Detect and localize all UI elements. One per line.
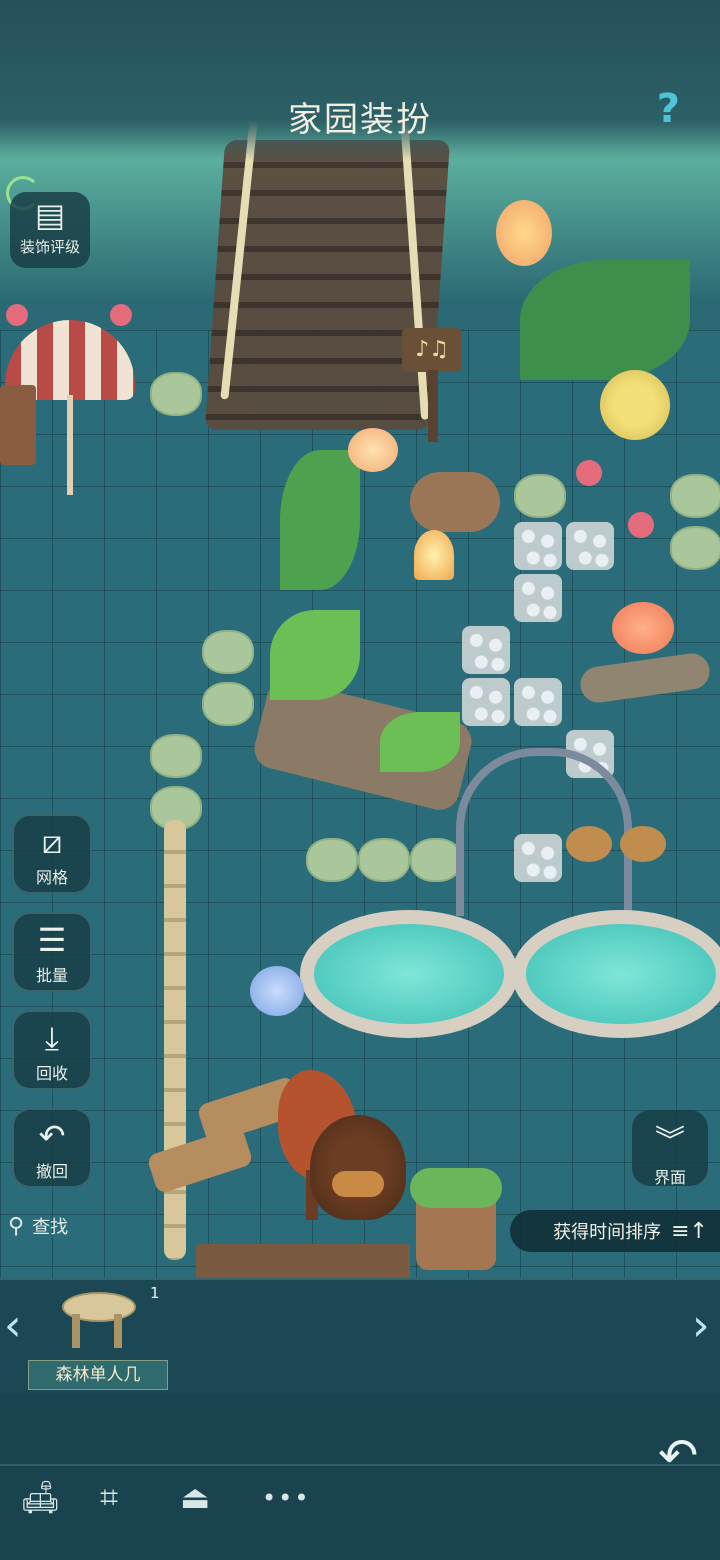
moss-stone[interactable] xyxy=(150,372,202,416)
pebble-tile[interactable] xyxy=(514,678,562,726)
grid-off-icon: ⧄ xyxy=(41,823,63,861)
moss-stone[interactable] xyxy=(514,474,566,518)
pebble-tile[interactable] xyxy=(462,678,510,726)
pink-flower[interactable] xyxy=(576,460,602,486)
recycle-button[interactable]: ⤓ 回收 xyxy=(12,1010,92,1090)
orange-flower[interactable] xyxy=(612,602,674,654)
home-scene[interactable]: ♪♫ xyxy=(0,0,720,1280)
rug-icon[interactable]: ⏏ xyxy=(180,1478,210,1516)
undo-button[interactable]: ↶ 撤回 xyxy=(12,1108,92,1188)
chevron-left-icon[interactable]: ‹ xyxy=(4,1300,22,1351)
wicker-swing-chair[interactable] xyxy=(310,1115,406,1220)
pink-flower[interactable] xyxy=(110,304,132,326)
tea-stool[interactable] xyxy=(620,826,666,862)
recycle-tray-icon: ⤓ xyxy=(44,1019,60,1057)
pebble-tile[interactable] xyxy=(566,522,614,570)
moss-stone[interactable] xyxy=(410,838,462,882)
peach-bell-flower[interactable] xyxy=(348,428,398,472)
fern-plant[interactable] xyxy=(380,712,460,772)
double-chevron-down-icon: ︾ xyxy=(655,1124,685,1159)
checklist-icon: ☰ xyxy=(37,921,67,959)
pebble-tile[interactable] xyxy=(462,626,510,674)
decoration-rating-button[interactable]: ▤ 装饰评级 xyxy=(10,192,90,268)
return-arrow-icon[interactable]: ↶ xyxy=(658,1428,698,1484)
moss-stone[interactable] xyxy=(358,838,410,882)
undo-label: 撤回 xyxy=(35,1162,68,1181)
recycle-label: 回收 xyxy=(35,1064,68,1083)
crescent-moon-decor[interactable] xyxy=(600,370,670,440)
signpost-pole xyxy=(428,370,438,442)
music-signpost[interactable]: ♪♫ xyxy=(402,328,462,372)
moss-stone[interactable] xyxy=(202,630,254,674)
rating-label: 装饰评级 xyxy=(19,238,80,256)
grid-label: 网格 xyxy=(35,868,68,887)
page-title: 家园装扮 xyxy=(288,100,432,140)
more-icon[interactable]: ••• xyxy=(262,1484,310,1512)
mushroom-lamp[interactable] xyxy=(414,530,454,580)
undo-arrow-icon: ↶ xyxy=(38,1117,66,1155)
large-leaf-plant[interactable] xyxy=(520,260,690,380)
wooden-chair[interactable] xyxy=(0,385,36,465)
moss-stone[interactable] xyxy=(150,734,202,778)
fern-plant[interactable] xyxy=(270,610,360,700)
batch-label: 批量 xyxy=(35,966,68,985)
sort-button[interactable]: 获得时间排序 ≡↑ xyxy=(510,1210,720,1252)
orange-bell-flower[interactable] xyxy=(496,200,552,266)
interface-label: 界面 xyxy=(653,1168,686,1187)
grid-tool-icon[interactable]: ⌗ xyxy=(100,1478,118,1517)
search-label: 查找 xyxy=(32,1217,69,1238)
flower-pot[interactable] xyxy=(410,1168,502,1270)
chevron-right-icon[interactable]: › xyxy=(692,1300,710,1351)
bottom-panel xyxy=(0,1394,720,1560)
hot-spring-pool[interactable] xyxy=(512,910,720,1038)
question-icon[interactable]: ? xyxy=(657,86,680,132)
sort-label: 获得时间排序 xyxy=(553,1222,662,1243)
umbrella-pole xyxy=(67,395,73,495)
forest-stool-icon xyxy=(62,1292,136,1352)
grid-toggle-button[interactable]: ⧄ 网格 xyxy=(12,814,92,894)
pink-flower[interactable] xyxy=(628,512,654,538)
moss-stone[interactable] xyxy=(670,474,720,518)
sort-order-icon: ≡↑ xyxy=(671,1218,708,1244)
hot-spring-pool[interactable] xyxy=(300,910,518,1038)
tea-stool[interactable] xyxy=(566,826,612,862)
planter-box[interactable] xyxy=(196,1244,410,1280)
moss-stone[interactable] xyxy=(202,682,254,726)
pebble-tile[interactable] xyxy=(514,522,562,570)
inventory-item-name: 森林单人几 xyxy=(28,1360,168,1390)
rating-book-icon: ▤ xyxy=(34,196,66,234)
inventory-item[interactable]: 森林单人几 xyxy=(28,1286,168,1390)
tall-grass-plant[interactable] xyxy=(280,450,360,590)
pink-flower[interactable] xyxy=(6,304,28,326)
batch-button[interactable]: ☰ 批量 xyxy=(12,912,92,992)
sofa-icon[interactable]: 🛋 xyxy=(20,1478,61,1516)
search-icon: ⚲ xyxy=(8,1213,25,1239)
stump-seat[interactable] xyxy=(410,472,500,532)
wooden-fence[interactable] xyxy=(164,820,186,1260)
search-button[interactable]: ⚲ 查找 xyxy=(8,1206,138,1246)
interface-toggle-button[interactable]: ︾ 界面 xyxy=(632,1110,708,1187)
moss-stone[interactable] xyxy=(306,838,358,882)
moss-stone[interactable] xyxy=(670,526,720,570)
pebble-tile[interactable] xyxy=(514,574,562,622)
inventory-item-count: 1 xyxy=(150,1284,160,1302)
blue-flower[interactable] xyxy=(250,966,304,1016)
